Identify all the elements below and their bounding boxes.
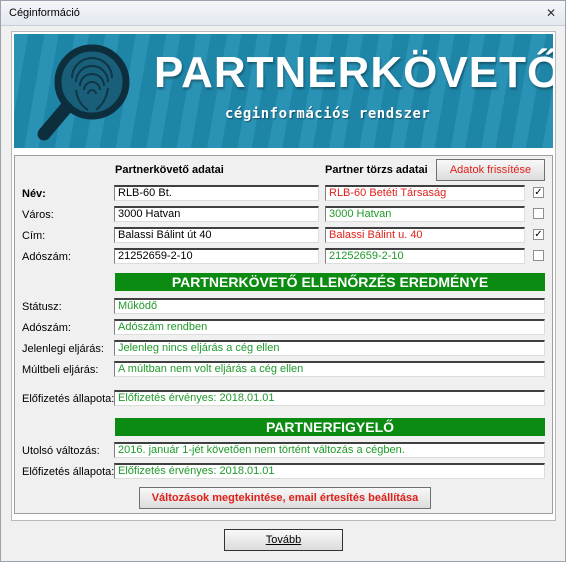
cegInformacio-window: Céginformáció ✕ PARTNERKÖVETŐ céginformá… [0, 0, 566, 562]
check-taxnumber-field[interactable]: Adószám rendben [114, 319, 545, 335]
status-field[interactable]: Működő [114, 298, 545, 314]
monitor-subscription-field[interactable]: Előfizetés érvényes: 2018.01.01 [114, 463, 545, 479]
close-icon[interactable]: ✕ [543, 6, 559, 20]
name-torzs-field[interactable]: RLB-60 Betéti Társaság [325, 185, 525, 201]
brand-title: PARTNERKÖVETŐ [154, 48, 553, 97]
title-bar: Céginformáció ✕ [1, 1, 565, 26]
name-label: Név: [22, 188, 46, 200]
city-label: Város: [22, 209, 54, 221]
name-checkbox[interactable]: ✓ [533, 187, 544, 198]
city-torzs-field[interactable]: 3000 Hatvan [325, 206, 525, 222]
next-button-label: Tovább [265, 534, 302, 546]
address-checkbox[interactable]: ✓ [533, 229, 544, 240]
check-subscription-field[interactable]: Előfizetés érvényes: 2018.01.01 [114, 390, 545, 406]
past-proceeding-field[interactable]: A múltban nem volt eljárás a cég ellen [114, 361, 545, 377]
check-subscription-label: Előfizetés állapota: [22, 393, 115, 405]
city-partnerkoveto-field[interactable]: 3000 Hatvan [114, 206, 319, 222]
city-checkbox[interactable] [533, 208, 544, 219]
monitor-subscription-label: Előfizetés állapota: [22, 466, 115, 478]
taxnumber-partnerkoveto-field[interactable]: 21252659-2-10 [114, 248, 319, 264]
partnerkoveto-banner: PARTNERKÖVETŐ céginformációs rendszer [14, 34, 553, 148]
last-change-label: Utolsó változás: [22, 445, 100, 457]
current-proceeding-field[interactable]: Jelenleg nincs eljárás a cég ellen [114, 340, 545, 356]
taxnumber-checkbox[interactable] [533, 250, 544, 261]
taxnumber-label: Adószám: [22, 251, 71, 263]
address-label: Cím: [22, 230, 46, 242]
window-title: Céginformáció [9, 7, 80, 19]
refresh-data-button[interactable]: Adatok frissítése [436, 159, 545, 181]
address-partnerkoveto-field[interactable]: Balassi Bálint út 40 [114, 227, 319, 243]
brand-subtitle: céginformációs rendszer [225, 106, 431, 122]
address-torzs-field[interactable]: Balassi Bálint u. 40 [325, 227, 525, 243]
view-changes-button[interactable]: Változások megtekintése, email értesítés… [139, 487, 431, 509]
check-taxnumber-label: Adószám: [22, 322, 71, 334]
past-proceeding-label: Múltbeli eljárás: [22, 364, 99, 376]
content-panel: PARTNERKÖVETŐ céginformációs rendszer Pa… [11, 31, 556, 521]
current-proceeding-label: Jelenlegi eljárás: [22, 343, 104, 355]
magnifier-fingerprint-icon [37, 44, 130, 141]
last-change-field[interactable]: 2016. január 1-jét követően nem történt … [114, 442, 545, 458]
status-label: Státusz: [22, 301, 62, 313]
col-header-partnerkoveto: Partnerkövető adatai [115, 164, 224, 176]
col-header-partner-torzs: Partner törzs adatai [325, 164, 428, 176]
check-result-title: PARTNERKÖVETŐ ELLENŐRZÉS EREDMÉNYE [115, 273, 545, 291]
partnerfigyelo-title: PARTNERFIGYELŐ [115, 418, 545, 436]
taxnumber-torzs-field[interactable]: 21252659-2-10 [325, 248, 525, 264]
next-button[interactable]: Tovább [224, 529, 343, 551]
name-partnerkoveto-field[interactable]: RLB-60 Bt. [114, 185, 319, 201]
